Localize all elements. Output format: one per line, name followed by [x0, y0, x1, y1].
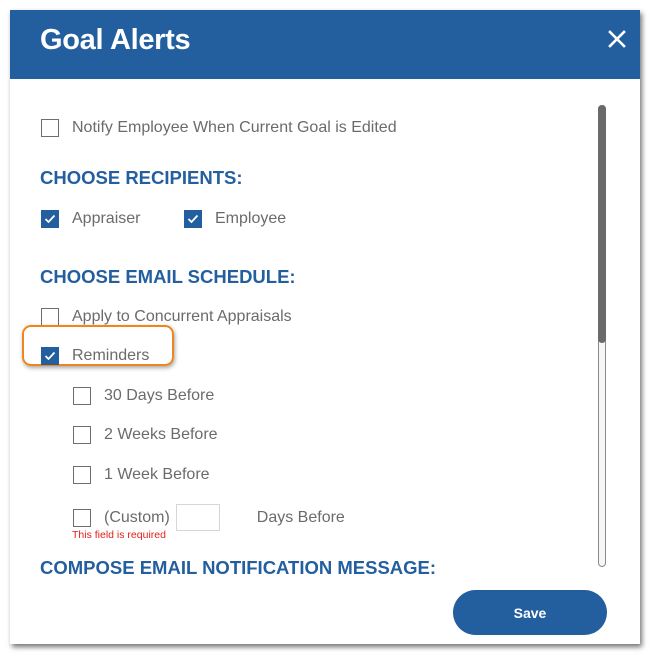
scrollbar-thumb[interactable]	[598, 105, 606, 343]
reminders-label: Reminders	[72, 347, 150, 364]
custom-days-input[interactable]	[175, 504, 220, 531]
employee-label: Employee	[215, 210, 287, 227]
checkmark-icon	[187, 214, 199, 224]
notify-employee-option[interactable]: Notify Employee When Current Goal is Edi…	[41, 119, 397, 137]
save-button[interactable]: Save	[453, 590, 607, 635]
dialog-title: Goal Alerts	[40, 24, 191, 56]
reminder-30-days-checkbox[interactable]	[73, 387, 91, 405]
concurrent-appraisals-option[interactable]: Apply to Concurrent Appraisals	[41, 308, 292, 326]
checkmark-icon	[44, 351, 56, 361]
custom-days-error: This field is required	[72, 529, 166, 541]
goal-alerts-dialog: Goal Alerts Notify Employee When Current…	[10, 10, 640, 644]
notify-employee-label: Notify Employee When Current Goal is Edi…	[72, 119, 397, 136]
reminder-2-weeks-label: 2 Weeks Before	[104, 426, 218, 443]
content-scrollbar[interactable]	[598, 105, 606, 567]
reminder-2-weeks-option[interactable]: 2 Weeks Before	[73, 426, 218, 444]
dialog-header: Goal Alerts	[10, 10, 640, 79]
reminder-1-week-option[interactable]: 1 Week Before	[73, 466, 210, 484]
recipients-heading: CHOOSE RECIPIENTS:	[40, 167, 243, 188]
reminder-1-week-label: 1 Week Before	[104, 466, 210, 483]
dialog-content: Notify Employee When Current Goal is Edi…	[10, 79, 640, 575]
close-icon	[608, 30, 626, 48]
employee-checkbox[interactable]	[184, 210, 202, 228]
close-button[interactable]	[604, 24, 630, 54]
reminder-2-weeks-checkbox[interactable]	[73, 426, 91, 444]
concurrent-appraisals-checkbox[interactable]	[41, 308, 59, 326]
appraiser-checkbox[interactable]	[41, 210, 59, 228]
reminder-custom-checkbox[interactable]	[73, 508, 91, 527]
checkmark-icon	[44, 214, 56, 224]
reminder-30-days-option[interactable]: 30 Days Before	[73, 387, 214, 405]
custom-days-suffix: Days Before	[256, 508, 345, 526]
schedule-heading: CHOOSE EMAIL SCHEDULE:	[40, 266, 296, 287]
reminder-1-week-checkbox[interactable]	[73, 466, 91, 484]
recipient-appraiser-option[interactable]: Appraiser	[41, 210, 140, 228]
recipient-employee-option[interactable]: Employee	[184, 210, 286, 228]
reminder-custom-label: (Custom)	[104, 508, 170, 526]
reminders-option[interactable]: Reminders	[41, 347, 149, 365]
compose-heading: COMPOSE EMAIL NOTIFICATION MESSAGE:	[40, 557, 437, 575]
reminder-custom-option: (Custom) Days Before	[73, 504, 345, 531]
notify-employee-checkbox[interactable]	[41, 119, 59, 137]
reminders-checkbox[interactable]	[41, 347, 59, 365]
concurrent-appraisals-label: Apply to Concurrent Appraisals	[72, 308, 292, 325]
reminder-30-days-label: 30 Days Before	[104, 387, 215, 404]
appraiser-label: Appraiser	[72, 210, 141, 227]
